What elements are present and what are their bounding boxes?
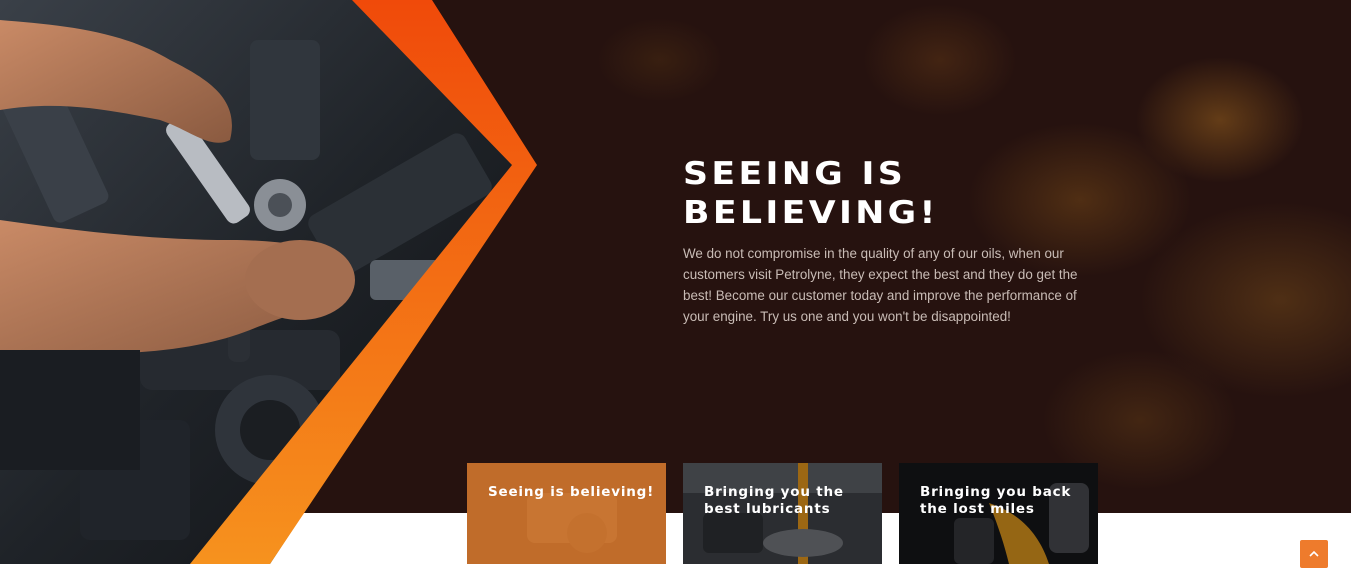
scroll-to-top-button[interactable] xyxy=(1300,540,1328,568)
hero-description: We do not compromise in the quality of a… xyxy=(683,246,1078,324)
card-seeing-is-believing[interactable]: Seeing is believing! xyxy=(467,463,666,564)
card-lost-miles[interactable]: Bringing you back the lost miles xyxy=(899,463,1098,564)
card-label: Bringing you the best lubricants xyxy=(704,484,844,517)
mechanic-engine-image xyxy=(0,0,540,564)
card-label: Bringing you back the lost miles xyxy=(920,484,1072,517)
card-best-lubricants[interactable]: Bringing you the best lubricants xyxy=(683,463,882,564)
card-engine-image xyxy=(467,463,666,564)
chevron-up-icon xyxy=(1309,550,1319,557)
card-label: Seeing is believing! xyxy=(488,484,655,500)
hero-title: SEEING IS BELIEVING! xyxy=(683,156,939,231)
